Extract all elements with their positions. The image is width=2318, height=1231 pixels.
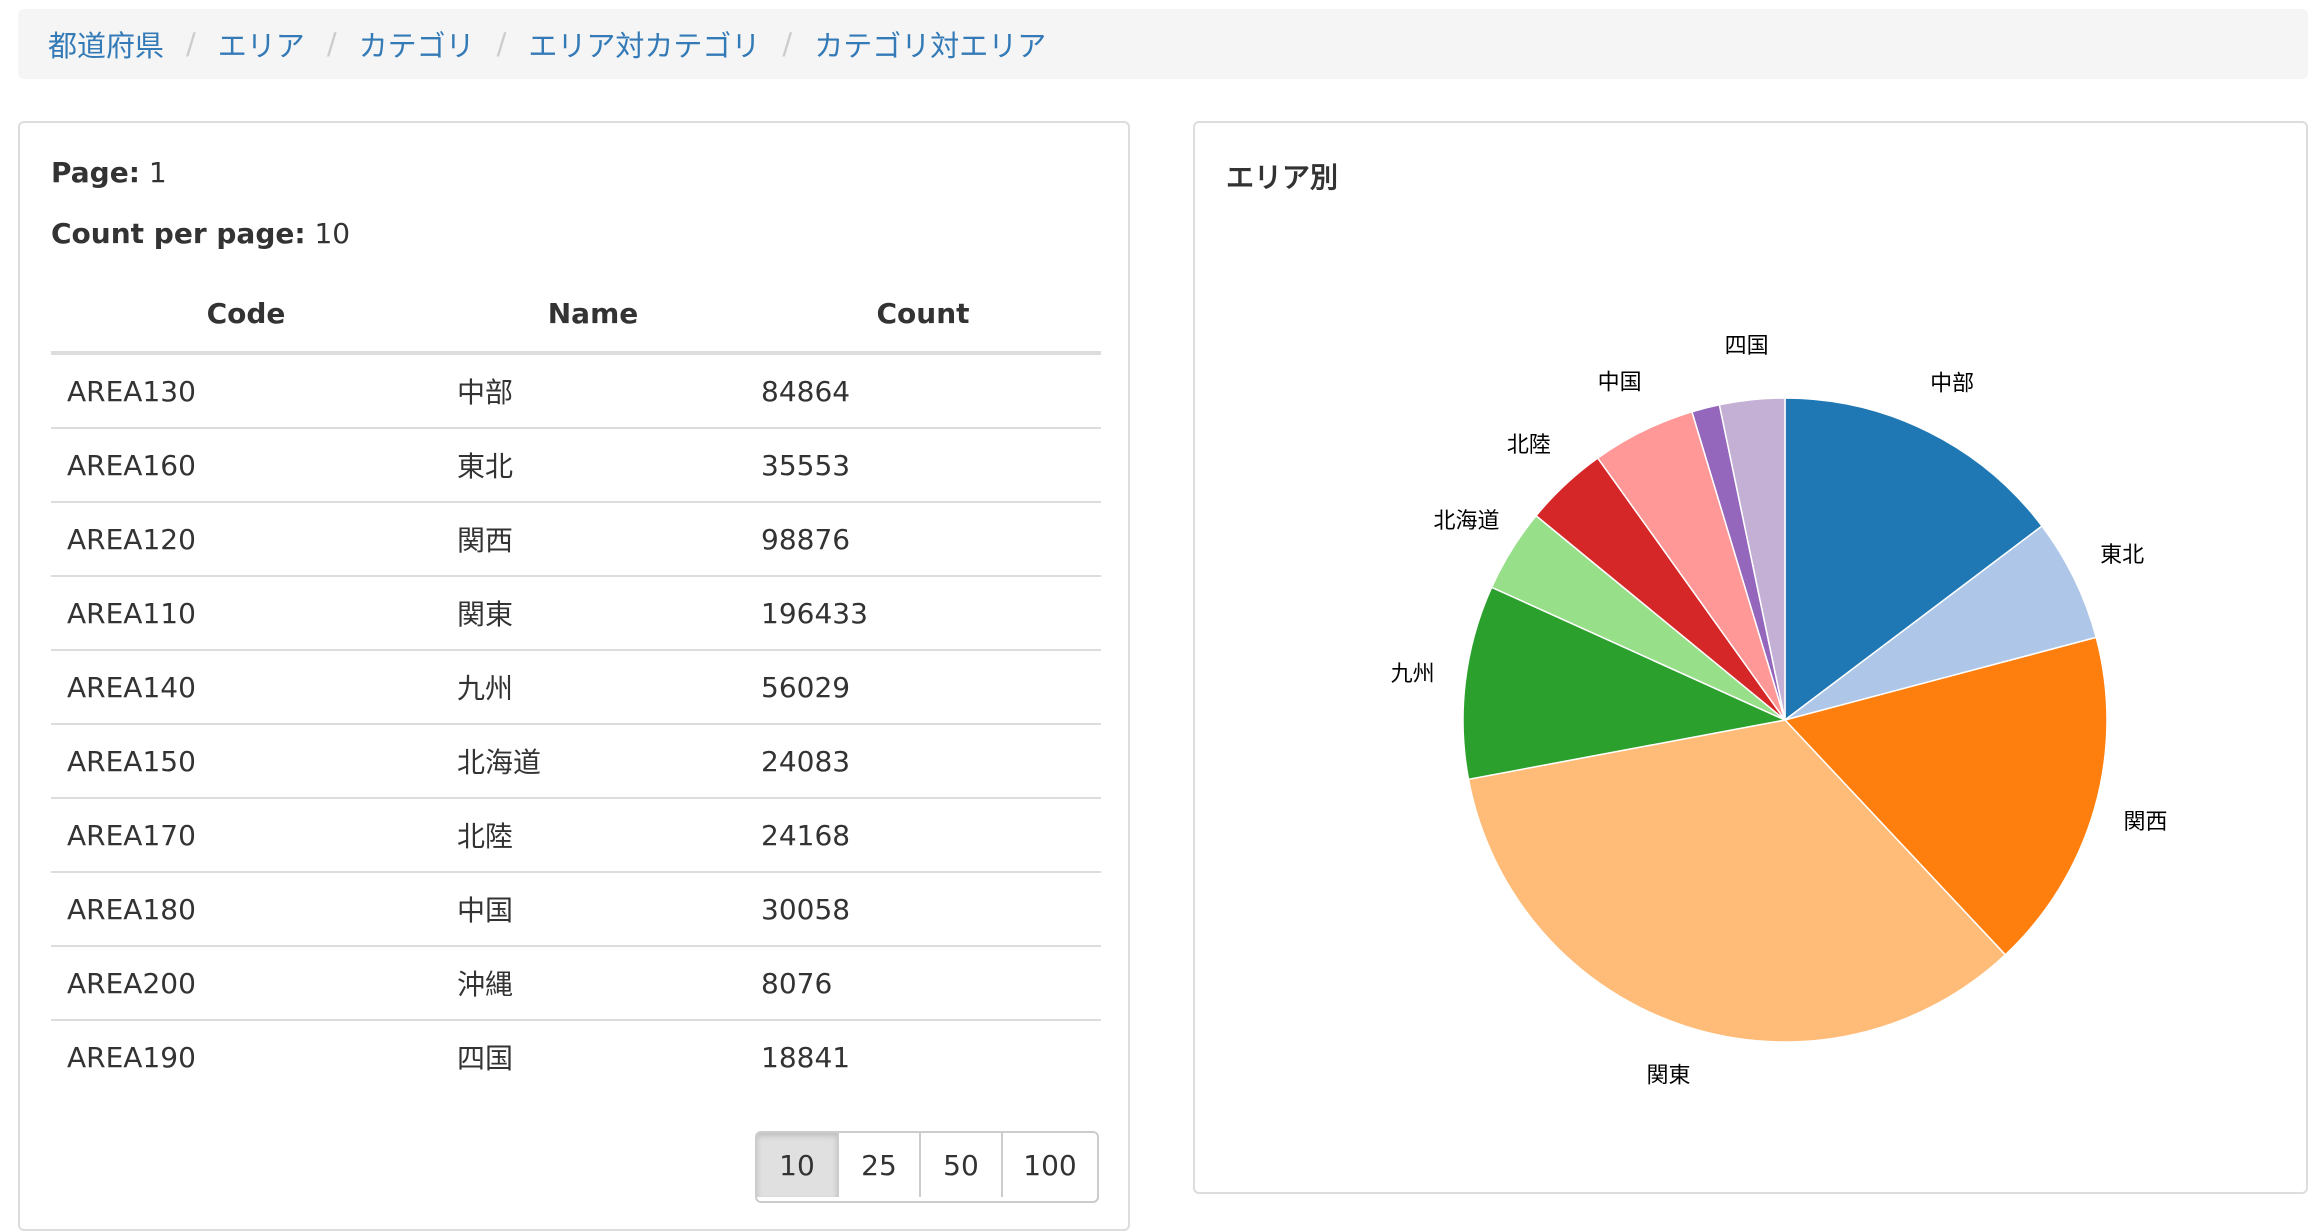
cell-code: AREA130 xyxy=(51,353,441,429)
cell-count: 24168 xyxy=(745,798,1101,873)
cell-name: 四国 xyxy=(457,1042,514,1075)
table-row: AREA160 東北 35553 xyxy=(51,428,1101,503)
cell-count: 24083 xyxy=(745,724,1101,799)
cell-count: 196433 xyxy=(745,576,1101,651)
table-row: AREA130 中部 84864 xyxy=(51,353,1101,429)
pie-slice-label: 北陸 xyxy=(1507,433,1551,458)
breadcrumb-link-category[interactable]: カテゴリ xyxy=(359,23,475,65)
table-row: AREA110 関東 196433 xyxy=(51,576,1101,651)
cell-code: AREA110 xyxy=(51,576,441,651)
pie-slice-label: 関西 xyxy=(2124,810,2168,835)
cell-code: AREA160 xyxy=(51,428,441,503)
cell-count: 98876 xyxy=(745,502,1101,577)
cell-name: 東北 xyxy=(441,428,745,503)
cell-code: AREA150 xyxy=(51,724,441,799)
pie-slice-label: 中国 xyxy=(1598,370,1642,395)
cell-count: 84864 xyxy=(745,353,1101,429)
count-per-page-label: Count per page: xyxy=(51,217,306,250)
pie-slice-label: 関東 xyxy=(1646,1063,1690,1088)
table-panel: Page: 1 Count per page: 10 Code Name Cou… xyxy=(18,121,1130,1231)
cell-code: AREA180 xyxy=(51,872,441,947)
cell-name: 沖縄 xyxy=(441,946,745,1021)
table-row: AREA170 北陸 24168 xyxy=(51,798,1101,873)
breadcrumb-link-prefectures[interactable]: 都道府県 xyxy=(48,23,164,65)
page-size-button-10[interactable]: 10 xyxy=(757,1133,839,1197)
cell-code: AREA140 xyxy=(51,650,441,725)
table-row: AREA200 沖縄 8076 xyxy=(51,946,1101,1021)
table-header-row: Code Name Count xyxy=(51,275,1101,355)
chart-panel: エリア別 中部 東北 関西 関東 九州 北海道 北陸 中国 四国 xyxy=(1193,121,2308,1194)
pie-slice-label: 四国 xyxy=(1725,334,1769,359)
breadcrumb-link-area[interactable]: エリア xyxy=(218,23,305,65)
breadcrumb-separator: / xyxy=(326,27,337,61)
count-per-page-indicator: Count per page: 10 xyxy=(51,217,350,250)
table-row: AREA180 中国 30058 xyxy=(51,872,1101,947)
cell-name: 関東 xyxy=(441,576,745,651)
page-label: Page: xyxy=(51,156,140,189)
page-size-selector: 10 25 50 100 xyxy=(755,1131,1099,1203)
column-header-code: Code xyxy=(51,275,441,355)
cell-count: 18841 xyxy=(761,1040,851,1074)
cell-code: AREA200 xyxy=(51,946,441,1021)
breadcrumb-separator: / xyxy=(186,27,196,61)
cell-code: AREA190 xyxy=(67,1040,196,1074)
page-size-button-100[interactable]: 100 xyxy=(1003,1133,1097,1197)
page-size-button-25[interactable]: 25 xyxy=(839,1133,921,1197)
table-row: AREA150 北海道 24083 xyxy=(51,724,1101,799)
pie-slice-label: 東北 xyxy=(2100,543,2144,568)
breadcrumb-separator: / xyxy=(782,27,793,61)
breadcrumb-separator: / xyxy=(496,27,507,61)
breadcrumb-link-category-vs-area[interactable]: カテゴリ対エリア xyxy=(814,23,1046,65)
table-row: AREA140 九州 56029 xyxy=(51,650,1101,725)
pie-slice-label: 北海道 xyxy=(1433,509,1499,534)
area-count-table: Code Name Count AREA130 中部 84864 AREA160… xyxy=(51,275,1101,1093)
cell-count: 30058 xyxy=(745,872,1101,947)
cell-name: 関西 xyxy=(441,502,745,577)
breadcrumb-link-area-vs-category[interactable]: エリア対カテゴリ xyxy=(528,23,760,65)
pie-slice-label: 中部 xyxy=(1930,371,1974,396)
page-size-button-50[interactable]: 50 xyxy=(921,1133,1003,1197)
table-row: AREA190 四国 18841 xyxy=(51,1020,1101,1093)
cell-name: 北陸 xyxy=(441,798,745,873)
page-value: 1 xyxy=(148,156,167,189)
cell-name: 九州 xyxy=(441,650,745,725)
cell-code: AREA120 xyxy=(51,502,441,577)
cell-count: 8076 xyxy=(745,946,1101,1021)
cell-name: 中国 xyxy=(441,872,745,947)
cell-name: 北海道 xyxy=(441,724,745,799)
column-header-count: Count xyxy=(745,275,1101,355)
column-header-name: Name xyxy=(441,275,745,355)
count-per-page-value: 10 xyxy=(314,217,351,250)
page-indicator: Page: 1 xyxy=(51,156,167,189)
area-pie-chart: 中部東北関西関東 九州 北海道 北陸 中国 四国 xyxy=(1391,334,2168,1088)
pie-slice-label: 九州 xyxy=(1391,662,1435,687)
breadcrumb: 都道府県 / エリア / カテゴリ / エリア対カテゴリ / カテゴリ対エリア xyxy=(18,9,2308,79)
cell-count: 35553 xyxy=(745,428,1101,503)
cell-count: 56029 xyxy=(745,650,1101,725)
cell-code: AREA170 xyxy=(51,798,441,873)
table-row: AREA120 関西 98876 xyxy=(51,502,1101,577)
cell-name: 中部 xyxy=(441,353,745,429)
